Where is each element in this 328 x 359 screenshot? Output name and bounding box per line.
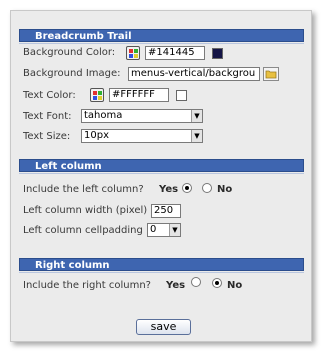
settings-panel: Breadcrumb Trail Background Color: #1414… [10, 10, 312, 342]
right-no-label: No [227, 280, 243, 291]
section-divider [19, 173, 304, 174]
section-divider [19, 43, 304, 44]
bg-color-input[interactable]: #141445 [145, 46, 205, 60]
left-width-input[interactable]: 250 [151, 204, 181, 218]
section-header-breadcrumb: Breadcrumb Trail [19, 29, 304, 42]
left-no-label: No [217, 184, 233, 195]
text-color-label: Text Color: [23, 90, 76, 101]
include-right-label: Include the right column? [23, 280, 151, 291]
left-cellpadding-value: 0 [150, 224, 157, 235]
left-yes-radio[interactable] [182, 183, 192, 193]
text-size-select[interactable]: 10px ▼ [81, 129, 203, 143]
chevron-down-icon: ▼ [191, 110, 202, 122]
color-picker-icon[interactable] [90, 88, 104, 102]
text-color-input[interactable]: #FFFFFF [109, 88, 169, 102]
text-font-value: tahoma [84, 110, 123, 121]
text-font-select[interactable]: tahoma ▼ [81, 109, 203, 123]
bg-color-swatch [212, 48, 223, 59]
left-yes-label: Yes [159, 184, 179, 195]
right-yes-label: Yes [166, 280, 186, 291]
section-header-right-column: Right column [19, 258, 304, 271]
bg-image-input[interactable]: menus-vertical/backgrou [128, 67, 260, 81]
right-yes-radio[interactable] [191, 277, 201, 287]
left-cellpadding-label: Left column cellpadding [23, 225, 143, 236]
bg-color-label: Background Color: [23, 47, 116, 58]
include-left-label: Include the left column? [23, 184, 144, 195]
section-header-left-column: Left column [19, 159, 304, 172]
section-divider [19, 272, 304, 273]
text-size-label: Text Size: [23, 131, 71, 142]
bg-image-label: Background Image: [23, 68, 121, 79]
text-size-value: 10px [84, 130, 109, 141]
chevron-down-icon: ▼ [191, 130, 202, 142]
save-button[interactable]: save [136, 319, 191, 335]
text-font-label: Text Font: [23, 111, 72, 122]
left-width-label: Left column width (pixel) [23, 205, 148, 216]
left-no-radio[interactable] [202, 183, 212, 193]
folder-browse-icon[interactable] [263, 67, 279, 81]
left-cellpadding-select[interactable]: 0 ▼ [147, 223, 181, 237]
text-color-swatch [176, 90, 187, 101]
chevron-down-icon: ▼ [169, 224, 180, 236]
right-no-radio[interactable] [212, 278, 222, 288]
color-picker-icon[interactable] [126, 46, 140, 60]
